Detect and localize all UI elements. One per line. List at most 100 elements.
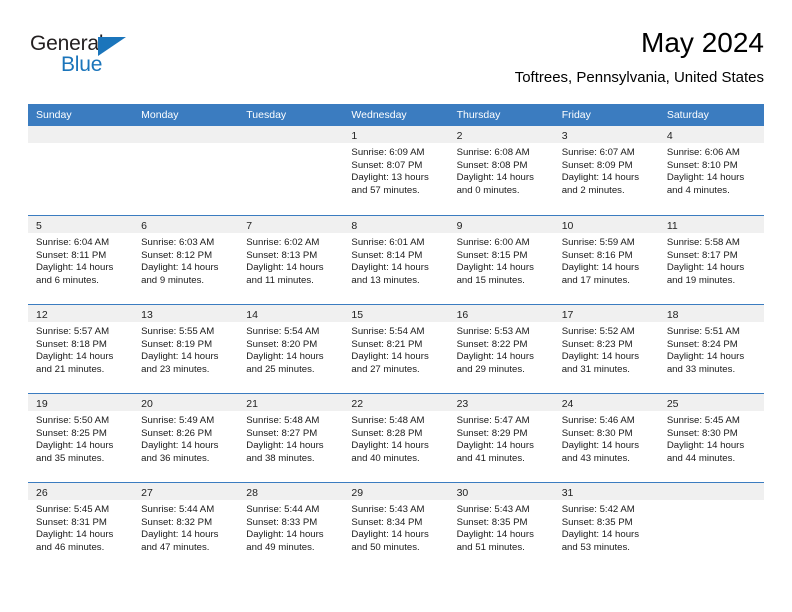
day-sun-info: Sunrise: 5:50 AM Sunset: 8:25 PM Daylight:… <box>28 411 133 465</box>
weekday-header-wednesday: Wednesday <box>351 109 407 121</box>
calendar-day-cell[interactable]: 30 Sunrise: 5:43 AM Sunset: 8:35 PM Dayligh… <box>448 483 554 571</box>
sunrise-text: Sunrise: 6:04 AM <box>36 237 110 248</box>
daylight-text-line2: and 41 minutes. <box>456 452 525 464</box>
sunrise-text: Sunrise: 5:55 AM <box>141 326 215 337</box>
sunset-text: Sunset: 8:20 PM <box>246 338 318 350</box>
calendar-day-cell[interactable]: 15 Sunrise: 5:54 AM Sunset: 8:21 PM Dayligh… <box>343 305 449 393</box>
sunrise-text: Sunrise: 5:53 AM <box>456 326 530 337</box>
daylight-text-line2: and 9 minutes. <box>141 274 205 286</box>
day-number: 26 <box>36 487 48 499</box>
calendar-week-row: 19 Sunrise: 5:50 AM Sunset: 8:25 PM Dayligh… <box>28 393 764 482</box>
calendar-day-cell[interactable]: 8 Sunrise: 6:01 AM Sunset: 8:14 PM Daylight… <box>343 216 449 304</box>
sunset-text: Sunset: 8:35 PM <box>561 516 633 528</box>
calendar-day-cell[interactable]: 29 Sunrise: 5:43 AM Sunset: 8:34 PM Dayligh… <box>343 483 449 571</box>
title-block: May 2024 Toftrees, Pennsylvania, United … <box>515 26 764 87</box>
day-sun-info: Sunrise: 5:59 AM Sunset: 8:16 PM Daylight:… <box>554 233 659 287</box>
sunrise-text: Sunrise: 5:48 AM <box>246 415 320 426</box>
calendar-day-cell[interactable]: 20 Sunrise: 5:49 AM Sunset: 8:26 PM Dayligh… <box>133 394 239 482</box>
sunrise-text: Sunrise: 5:48 AM <box>351 415 425 426</box>
daylight-text-line2: and 13 minutes. <box>351 274 420 286</box>
calendar-day-cell[interactable]: 1 Sunrise: 6:09 AM Sunset: 8:07 PM Daylight… <box>343 126 449 215</box>
calendar-day-cell[interactable]: 4 Sunrise: 6:06 AM Sunset: 8:10 PM Daylight… <box>658 126 764 215</box>
day-number: 16 <box>456 309 469 321</box>
day-sun-info: Sunrise: 5:52 AM Sunset: 8:23 PM Daylight:… <box>554 322 659 376</box>
day-sun-info: Sunrise: 5:58 AM Sunset: 8:17 PM Daylight:… <box>659 233 764 287</box>
daylight-text-line2: and 31 minutes. <box>561 363 630 375</box>
sunset-text: Sunset: 8:28 PM <box>351 427 423 439</box>
day-number-band: 15 <box>343 305 449 322</box>
calendar-day-cell[interactable]: 9 Sunrise: 6:00 AM Sunset: 8:15 PM Daylight… <box>448 216 554 304</box>
calendar-day-cell[interactable]: 7 Sunrise: 6:02 AM Sunset: 8:13 PM Daylight… <box>238 216 344 304</box>
day-sun-info: Sunrise: 5:43 AM Sunset: 8:35 PM Daylight:… <box>449 500 554 554</box>
calendar-day-cell[interactable]: 23 Sunrise: 5:47 AM Sunset: 8:29 PM Dayligh… <box>448 394 554 482</box>
daylight-text-line1: Daylight: 14 hours <box>456 351 534 363</box>
sunrise-text: Sunrise: 5:43 AM <box>456 504 530 515</box>
calendar-day-cell[interactable]: 27 Sunrise: 5:44 AM Sunset: 8:32 PM Dayligh… <box>133 483 239 571</box>
daylight-text-line2: and 19 minutes. <box>666 274 736 286</box>
daylight-text-line1: Daylight: 14 hours <box>36 440 114 452</box>
sunset-text: Sunset: 8:21 PM <box>351 338 423 350</box>
general-blue-logo[interactable]: General Blue <box>30 32 200 88</box>
calendar-day-cell[interactable]: 21 Sunrise: 5:48 AM Sunset: 8:27 PM Dayligh… <box>238 394 344 482</box>
daylight-text-line2: and 49 minutes. <box>246 541 315 553</box>
daylight-text-line1: Daylight: 14 hours <box>351 351 429 363</box>
day-number-band <box>658 483 764 500</box>
daylight-text-line2: and 15 minutes. <box>456 274 525 286</box>
day-number: 13 <box>141 309 153 321</box>
daylight-text-line1: Daylight: 14 hours <box>141 351 219 363</box>
daylight-text-line2: and 40 minutes. <box>351 452 420 464</box>
calendar-week-row: 26 Sunrise: 5:45 AM Sunset: 8:31 PM Dayligh… <box>28 482 764 571</box>
calendar-day-cell[interactable]: 16 Sunrise: 5:53 AM Sunset: 8:22 PM Dayligh… <box>448 305 554 393</box>
calendar-day-cell[interactable]: 13 Sunrise: 5:55 AM Sunset: 8:19 PM Dayligh… <box>133 305 239 393</box>
sunrise-text: Sunrise: 6:01 AM <box>351 237 425 248</box>
calendar-day-cell[interactable]: 6 Sunrise: 6:03 AM Sunset: 8:12 PM Daylight… <box>133 216 239 304</box>
calendar-day-cell[interactable]: 10 Sunrise: 5:59 AM Sunset: 8:16 PM Dayligh… <box>553 216 659 304</box>
calendar-day-cell[interactable]: 25 Sunrise: 5:45 AM Sunset: 8:30 PM Dayligh… <box>658 394 764 482</box>
daylight-text-line1: Daylight: 14 hours <box>36 262 114 274</box>
calendar-day-cell[interactable]: 19 Sunrise: 5:50 AM Sunset: 8:25 PM Dayligh… <box>28 394 134 482</box>
daylight-text-line2: and 11 minutes. <box>246 274 314 286</box>
daylight-text-line1: Daylight: 14 hours <box>351 262 429 274</box>
sunset-text: Sunset: 8:17 PM <box>666 249 738 261</box>
day-number-band: 1 <box>343 126 449 143</box>
calendar-day-cell[interactable]: 14 Sunrise: 5:54 AM Sunset: 8:20 PM Dayligh… <box>238 305 344 393</box>
calendar-day-cell[interactable]: 12 Sunrise: 5:57 AM Sunset: 8:18 PM Dayligh… <box>28 305 134 393</box>
day-number-band: 31 <box>553 483 659 500</box>
calendar-day-cell[interactable]: 17 Sunrise: 5:52 AM Sunset: 8:23 PM Dayligh… <box>553 305 659 393</box>
daylight-text-line1: Daylight: 13 hours <box>351 172 429 184</box>
calendar-day-cell[interactable]: 24 Sunrise: 5:46 AM Sunset: 8:30 PM Dayligh… <box>553 394 659 482</box>
daylight-text-line2: and 35 minutes. <box>36 452 105 464</box>
day-number: 9 <box>456 220 463 232</box>
sunrise-text: Sunrise: 5:54 AM <box>351 326 425 337</box>
sunset-text: Sunset: 8:26 PM <box>141 427 213 439</box>
daylight-text-line2: and 47 minutes. <box>141 541 210 553</box>
day-sun-info: Sunrise: 5:54 AM Sunset: 8:21 PM Daylight:… <box>343 322 448 376</box>
calendar-day-cell[interactable]: 5 Sunrise: 6:04 AM Sunset: 8:11 PM Daylight… <box>28 216 134 304</box>
day-number: 20 <box>141 398 153 410</box>
day-sun-info: Sunrise: 6:07 AM Sunset: 8:09 PM Daylight:… <box>554 143 659 197</box>
calendar-day-cell[interactable]: 11 Sunrise: 5:58 AM Sunset: 8:17 PM Dayligh… <box>658 216 764 304</box>
day-sun-info: Sunrise: 5:57 AM Sunset: 8:18 PM Daylight:… <box>28 322 133 376</box>
day-sun-info: Sunrise: 6:09 AM Sunset: 8:07 PM Daylight:… <box>343 143 448 197</box>
day-number-band: 24 <box>553 394 659 411</box>
calendar-day-cell-empty <box>658 483 764 571</box>
daylight-text-line1: Daylight: 14 hours <box>666 262 745 274</box>
calendar-day-cell[interactable]: 3 Sunrise: 6:07 AM Sunset: 8:09 PM Daylight… <box>553 126 659 215</box>
calendar-day-cell[interactable]: 28 Sunrise: 5:44 AM Sunset: 8:33 PM Dayligh… <box>238 483 344 571</box>
sunrise-text: Sunrise: 6:09 AM <box>351 147 425 158</box>
location-subtitle: Toftrees, Pennsylvania, United States <box>514 69 764 86</box>
sunrise-text: Sunrise: 5:51 AM <box>666 326 740 337</box>
day-number-band: 5 <box>28 216 134 233</box>
calendar-day-cell[interactable]: 26 Sunrise: 5:45 AM Sunset: 8:31 PM Dayligh… <box>28 483 134 571</box>
day-number-band: 16 <box>448 305 554 322</box>
daylight-text-line2: and 25 minutes. <box>246 363 315 375</box>
day-number: 11 <box>666 220 678 232</box>
calendar-day-cell[interactable]: 31 Sunrise: 5:42 AM Sunset: 8:35 PM Dayligh… <box>553 483 659 571</box>
calendar-day-cell[interactable]: 2 Sunrise: 6:08 AM Sunset: 8:08 PM Daylight… <box>448 126 554 215</box>
day-number: 7 <box>246 220 253 232</box>
day-sun-info: Sunrise: 6:00 AM Sunset: 8:15 PM Daylight:… <box>449 233 554 287</box>
calendar-day-cell[interactable]: 18 Sunrise: 5:51 AM Sunset: 8:24 PM Dayligh… <box>658 305 764 393</box>
daylight-text-line1: Daylight: 14 hours <box>666 440 745 452</box>
calendar-day-cell[interactable]: 22 Sunrise: 5:48 AM Sunset: 8:28 PM Dayligh… <box>343 394 449 482</box>
day-number: 30 <box>456 487 469 499</box>
